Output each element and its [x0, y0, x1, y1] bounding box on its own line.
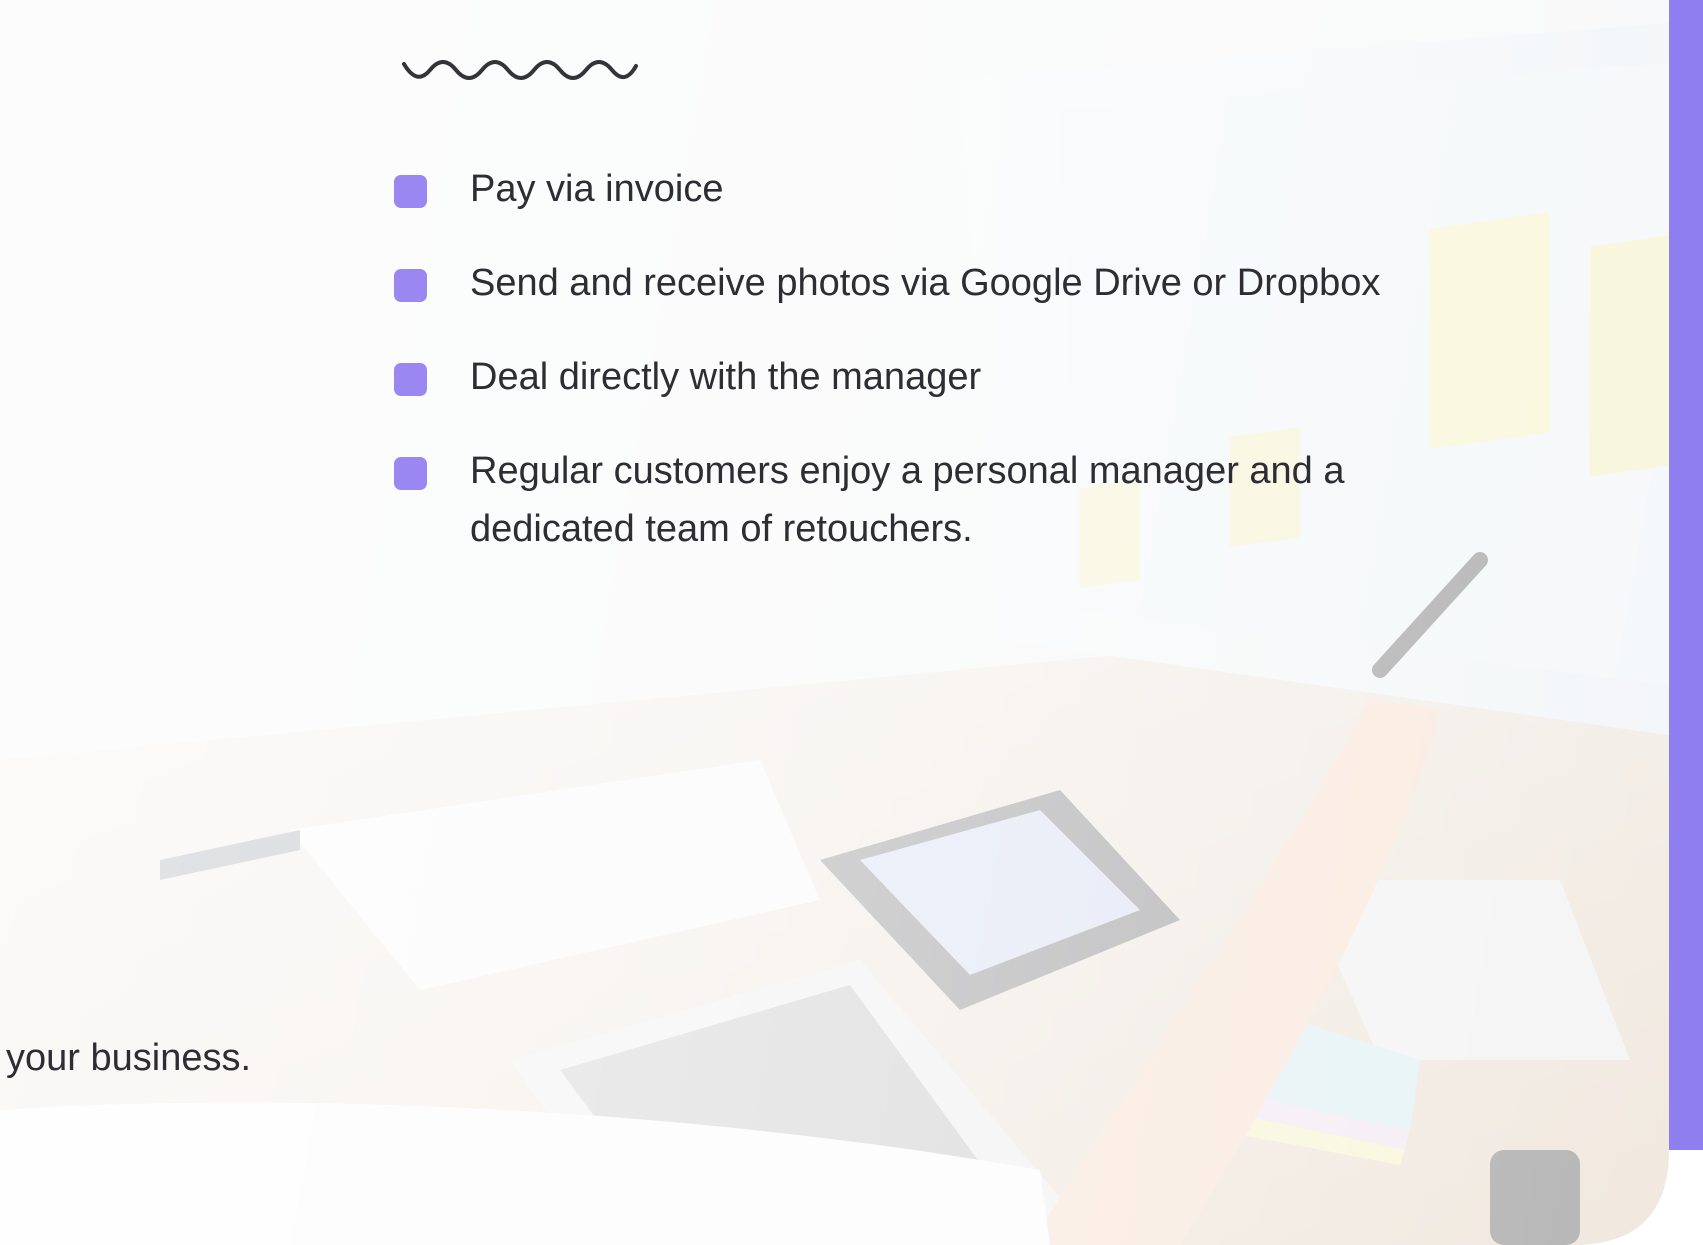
square-bullet-icon	[394, 363, 427, 396]
feature-text: Send and receive photos via Google Drive…	[470, 262, 1381, 304]
feature-text: Pay via invoice	[470, 168, 724, 210]
square-bullet-icon	[394, 175, 427, 208]
feature-list: Pay via invoice Send and receive photos …	[394, 160, 1494, 594]
edge-corner	[1583, 1150, 1703, 1245]
body-text-fragment: your business.	[6, 1037, 252, 1079]
feature-item-manager: Deal directly with the manager	[394, 348, 1494, 406]
square-bullet-icon	[394, 457, 427, 490]
hero-section: Pay via invoice Send and receive photos …	[0, 0, 1703, 1245]
square-bullet-icon	[394, 269, 427, 302]
feature-item-invoice: Pay via invoice	[394, 160, 1494, 218]
feature-text: Regular customers enjoy a personal manag…	[470, 450, 1345, 550]
squiggle-icon	[402, 60, 638, 80]
feature-item-photos: Send and receive photos via Google Drive…	[394, 254, 1494, 312]
feature-item-regular-customers: Regular customers enjoy a personal manag…	[394, 442, 1494, 558]
feature-text: Deal directly with the manager	[470, 356, 982, 398]
